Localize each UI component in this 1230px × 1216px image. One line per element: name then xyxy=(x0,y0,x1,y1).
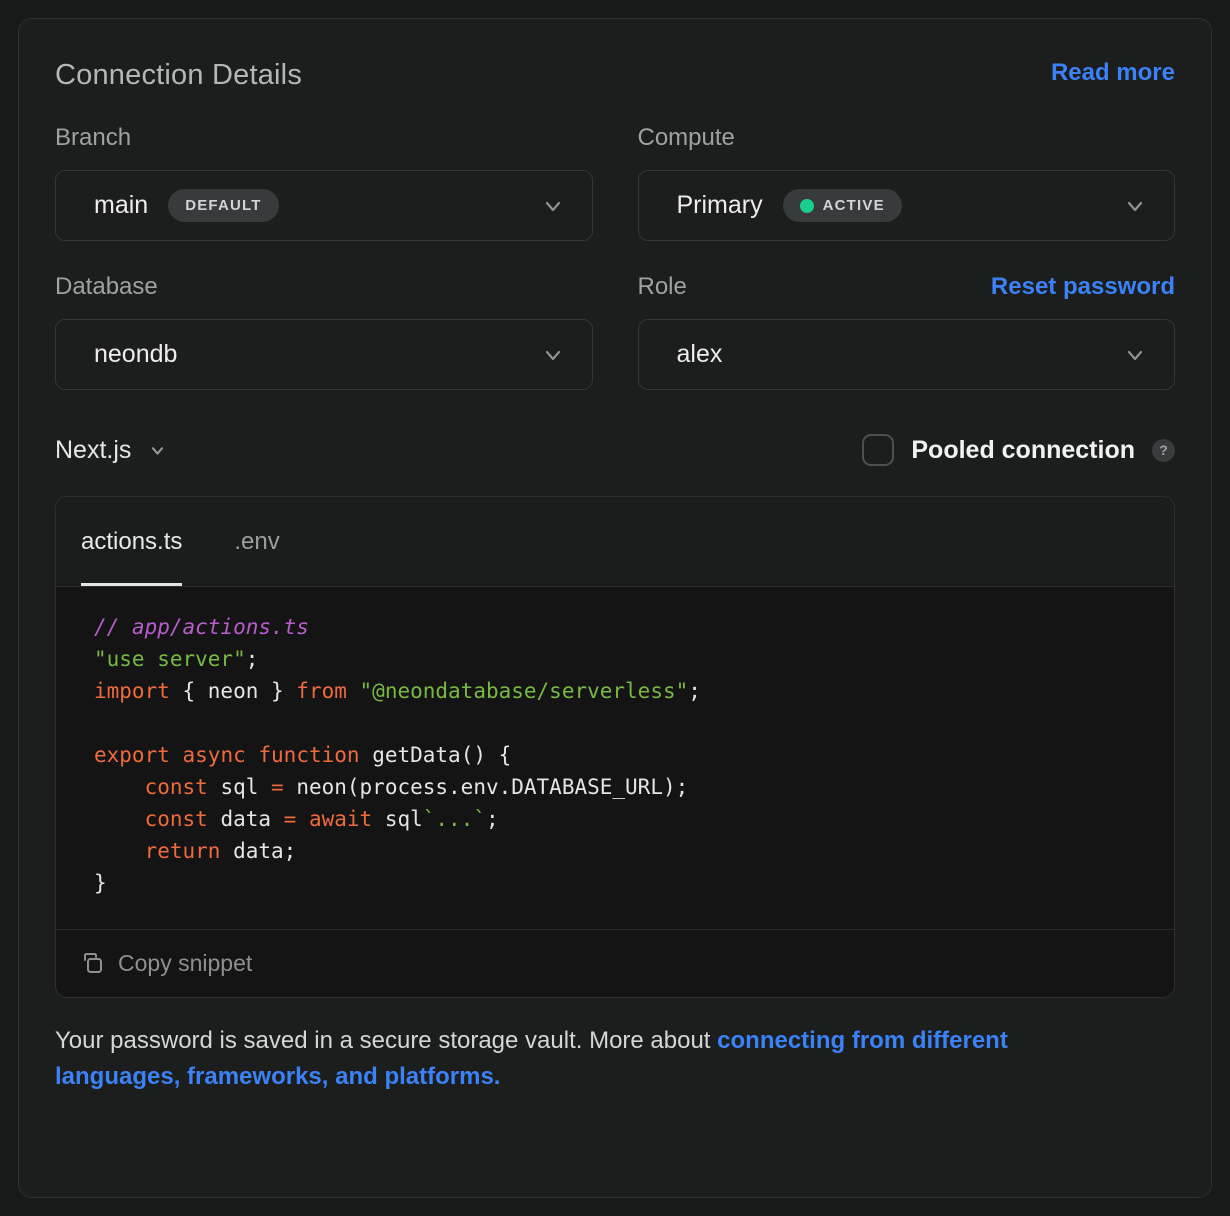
pooled-connection-label: Pooled connection xyxy=(911,436,1135,465)
framework-select[interactable]: Next.js xyxy=(55,436,166,465)
pooled-connection-checkbox[interactable] xyxy=(862,434,894,466)
read-more-link[interactable]: Read more xyxy=(1051,59,1175,87)
pooled-connection-option: Pooled connection ? xyxy=(862,434,1175,466)
database-select[interactable]: neondb xyxy=(55,319,593,390)
code-area: // app/actions.ts "use server"; import {… xyxy=(56,587,1174,929)
database-field: Database neondb xyxy=(55,273,593,390)
role-value: alex xyxy=(677,340,723,369)
chevron-down-icon xyxy=(1124,344,1146,366)
branch-value: main xyxy=(94,191,148,220)
framework-value: Next.js xyxy=(55,436,131,465)
active-badge: ACTIVE xyxy=(783,189,902,222)
compute-field: Compute Primary ACTIVE xyxy=(638,124,1176,241)
compute-value: Primary xyxy=(677,191,763,220)
role-label: Role xyxy=(638,273,687,301)
database-value: neondb xyxy=(94,340,177,369)
active-status-dot xyxy=(800,199,814,213)
question-mark-icon[interactable]: ? xyxy=(1152,439,1175,462)
copy-snippet-label: Copy snippet xyxy=(118,950,252,977)
reset-password-link[interactable]: Reset password xyxy=(991,273,1175,301)
role-field: Role Reset password alex xyxy=(638,273,1176,390)
copy-snippet-button[interactable]: Copy snippet xyxy=(56,929,1174,997)
footer-text: Your password is saved in a secure stora… xyxy=(55,1027,717,1054)
page-title: Connection Details xyxy=(55,59,302,92)
code-block: // app/actions.ts "use server"; import {… xyxy=(94,611,1136,899)
default-badge: DEFAULT xyxy=(168,189,278,222)
branch-field: Branch main DEFAULT xyxy=(55,124,593,241)
snippet-tabbar: actions.ts .env xyxy=(56,497,1174,587)
connection-details-panel: Connection Details Read more Branch main… xyxy=(18,18,1212,1198)
footer-note: Your password is saved in a secure stora… xyxy=(55,1023,1115,1095)
panel-header: Connection Details Read more xyxy=(55,59,1175,92)
chevron-down-icon xyxy=(1124,195,1146,217)
code-snippet-container: actions.ts .env // app/actions.ts "use s… xyxy=(55,496,1175,998)
database-label: Database xyxy=(55,273,158,301)
tab-env[interactable]: .env xyxy=(234,497,279,586)
compute-select[interactable]: Primary ACTIVE xyxy=(638,170,1176,241)
role-select[interactable]: alex xyxy=(638,319,1176,390)
tab-actions-ts[interactable]: actions.ts xyxy=(81,497,182,586)
field-grid: Branch main DEFAULT Compute Primary ACTI… xyxy=(55,92,1175,390)
branch-select[interactable]: main DEFAULT xyxy=(55,170,593,241)
chevron-down-icon xyxy=(542,195,564,217)
chevron-down-icon xyxy=(542,344,564,366)
chevron-down-icon xyxy=(149,442,166,459)
branch-label: Branch xyxy=(55,124,131,152)
compute-label: Compute xyxy=(638,124,735,152)
copy-icon xyxy=(80,951,105,976)
snippet-options-row: Next.js Pooled connection ? xyxy=(55,434,1175,466)
